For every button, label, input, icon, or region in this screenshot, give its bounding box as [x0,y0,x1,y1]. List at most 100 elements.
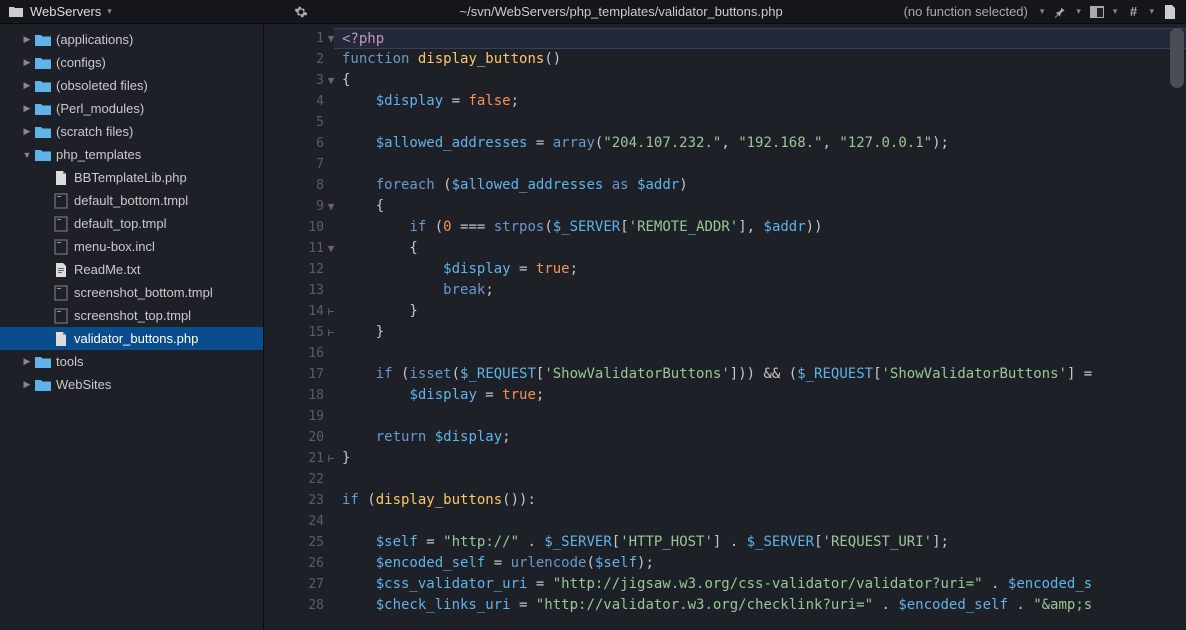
document-icon[interactable] [1162,4,1178,20]
chevron-down-icon[interactable]: ▾ [1113,6,1118,17]
line-number: 6 [264,133,334,154]
code-line[interactable] [334,469,1186,490]
tree-item-label: ReadMe.txt [74,262,140,277]
file-item[interactable]: ReadMe.txt [0,258,263,281]
file-icon [52,170,70,186]
function-selector[interactable]: (no function selected) [904,4,1028,19]
chevron-down-icon[interactable]: ▾ [1076,6,1081,17]
folder-icon [34,377,52,393]
code-line[interactable]: if (0 === strpos($_SERVER['REMOTE_ADDR']… [334,217,1186,238]
code-line[interactable]: { [334,70,1186,91]
chevron-down-icon[interactable]: ▾ [1149,6,1154,17]
file-item[interactable]: default_bottom.tmpl [0,189,263,212]
tree-item-label: WebSites [56,377,111,392]
fold-marker[interactable]: ▼ [324,32,338,45]
tree-item-label: (Perl_modules) [56,101,144,116]
tree-item-label: screenshot_top.tmpl [74,308,191,323]
file-item[interactable]: screenshot_bottom.tmpl [0,281,263,304]
code-line[interactable]: $encoded_self = urlencode($self); [334,553,1186,574]
folder-item[interactable]: ▶ (obsoleted files) [0,74,263,97]
code-line[interactable]: function display_buttons() [334,49,1186,70]
fold-marker[interactable]: ▼ [324,74,338,87]
code-line[interactable]: $css_validator_uri = "http://jigsaw.w3.o… [334,574,1186,595]
tree-item-label: (obsoleted files) [56,78,148,93]
code-line[interactable]: $display = true; [334,385,1186,406]
layout-icon[interactable] [1089,4,1105,20]
chevron-down-icon[interactable]: ▾ [107,6,112,17]
line-number: 5 [264,112,334,133]
folder-item[interactable]: ▶ WebSites [0,373,263,396]
code-line[interactable]: $check_links_uri = "http://validator.w3.… [334,595,1186,616]
code-line[interactable]: } [334,448,1186,469]
code-line[interactable] [334,406,1186,427]
fold-marker[interactable]: ▼ [324,242,338,255]
code-line[interactable]: return $display; [334,427,1186,448]
pin-icon[interactable] [1052,4,1068,20]
code-line[interactable]: foreach ($allowed_addresses as $addr) [334,175,1186,196]
code-line[interactable]: } [334,301,1186,322]
tree-item-label: default_bottom.tmpl [74,193,188,208]
tree-item-label: (scratch files) [56,124,133,139]
code-line[interactable]: { [334,196,1186,217]
disclosure-arrow[interactable]: ▼ [20,150,34,160]
disclosure-arrow[interactable]: ▶ [20,103,34,114]
file-item[interactable]: menu-box.incl [0,235,263,258]
file-icon [52,331,70,347]
fold-marker[interactable]: ⊢ [324,326,338,339]
file-icon [52,285,70,301]
folder-item[interactable]: ▶ (scratch files) [0,120,263,143]
code-line[interactable]: } [334,322,1186,343]
folder-item[interactable]: ▶tools [0,350,263,373]
code-area[interactable]: <?phpfunction display_buttons(){ $displa… [334,24,1186,630]
code-editor[interactable]: 1▼23▼456789▼1011▼121314⊢15⊢161718192021⊢… [264,24,1186,630]
code-line[interactable] [334,343,1186,364]
code-line[interactable]: break; [334,280,1186,301]
folder-item[interactable]: ▶(applications) [0,28,263,51]
code-line[interactable]: $display = true; [334,259,1186,280]
disclosure-arrow[interactable]: ▶ [20,57,34,68]
tree-item-label: validator_buttons.php [74,331,198,346]
code-line[interactable]: if (display_buttons()): [334,490,1186,511]
line-number: 23 [264,490,334,511]
disclosure-arrow[interactable]: ▶ [20,379,34,390]
fold-marker[interactable]: ⊢ [324,305,338,318]
code-line[interactable]: { [334,238,1186,259]
tree-item-label: php_templates [56,147,141,162]
disclosure-arrow[interactable]: ▶ [20,126,34,137]
chevron-down-icon[interactable]: ▾ [1040,6,1045,17]
file-item[interactable]: BBTemplateLib.php [0,166,263,189]
code-line[interactable]: $self = "http://" . $_SERVER['HTTP_HOST'… [334,532,1186,553]
folder-item[interactable]: ▶(configs) [0,51,263,74]
gear-icon[interactable] [293,4,309,20]
fold-marker[interactable]: ⊢ [324,452,338,465]
line-number: 27 [264,574,334,595]
file-tree[interactable]: ▶(applications)▶(configs)▶(obsoleted fil… [0,24,264,630]
line-number: 20 [264,427,334,448]
project-name[interactable]: WebServers [30,4,101,19]
scrollbar-thumb[interactable] [1170,28,1184,88]
code-line[interactable]: <?php [334,28,1186,49]
file-item[interactable]: screenshot_top.tmpl [0,304,263,327]
code-line[interactable] [334,112,1186,133]
folder-icon [34,32,52,48]
line-number: 12 [264,259,334,280]
tree-item-label: default_top.tmpl [74,216,167,231]
disclosure-arrow[interactable]: ▶ [20,356,34,367]
code-line[interactable]: $display = false; [334,91,1186,112]
code-line[interactable]: $allowed_addresses = array("204.107.232.… [334,133,1186,154]
file-item[interactable]: validator_buttons.php [0,327,263,350]
folder-item[interactable]: ▶ (Perl_modules) [0,97,263,120]
code-line[interactable]: if (isset($_REQUEST['ShowValidatorButton… [334,364,1186,385]
code-line[interactable] [334,154,1186,175]
file-item[interactable]: default_top.tmpl [0,212,263,235]
hash-icon[interactable]: # [1125,4,1141,20]
fold-marker[interactable]: ▼ [324,200,338,213]
line-number: 13 [264,280,334,301]
code-line[interactable] [334,511,1186,532]
disclosure-arrow[interactable]: ▶ [20,34,34,45]
folder-item[interactable]: ▼ php_templates [0,143,263,166]
disclosure-arrow[interactable]: ▶ [20,80,34,91]
line-number: 21⊢ [264,448,334,469]
line-number: 26 [264,553,334,574]
file-icon [52,239,70,255]
